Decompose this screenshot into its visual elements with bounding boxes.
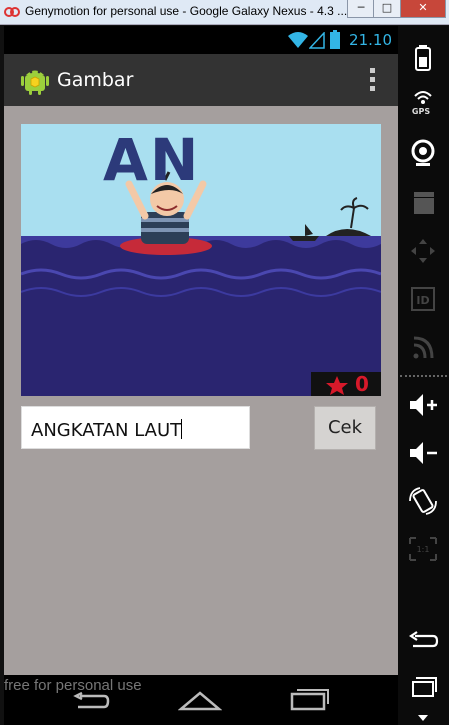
panel-divider bbox=[400, 375, 447, 377]
overflow-menu-icon[interactable] bbox=[370, 68, 376, 92]
score-value: 0 bbox=[355, 372, 369, 396]
camera-icon[interactable] bbox=[406, 138, 440, 168]
network-icon[interactable] bbox=[406, 332, 440, 362]
text-cursor bbox=[181, 419, 183, 439]
app-title: Gambar bbox=[57, 69, 134, 91]
puzzle-image: AN 0 bbox=[21, 124, 381, 396]
back-icon[interactable] bbox=[70, 691, 110, 713]
signal-icon bbox=[309, 32, 325, 49]
battery-icon bbox=[330, 30, 340, 49]
dpad-icon[interactable] bbox=[406, 236, 440, 266]
action-bar: Gambar bbox=[4, 54, 398, 106]
genymotion-side-panel: GPS ID 1:1 bbox=[398, 26, 449, 725]
answer-input[interactable]: ANGKATAN LAUT bbox=[21, 406, 250, 449]
video-capture-icon[interactable] bbox=[406, 188, 440, 218]
window-title-bar: Genymotion for personal use - Google Gal… bbox=[0, 0, 449, 25]
svg-text:ID: ID bbox=[416, 294, 429, 307]
answer-input-value: ANGKATAN LAUT bbox=[31, 420, 182, 441]
genymotion-logo-icon bbox=[4, 7, 20, 17]
menu-icon[interactable] bbox=[406, 674, 440, 704]
volume-up-icon[interactable] bbox=[406, 390, 440, 420]
minimize-button[interactable]: ─ bbox=[347, 0, 375, 18]
android-screen: 21.10 Gambar AN 0 ANGKATAN LAUT Cek bbox=[4, 26, 398, 725]
gps-label: GPS bbox=[411, 107, 431, 116]
check-button[interactable]: Cek bbox=[314, 406, 376, 450]
status-bar: 21.10 bbox=[4, 26, 398, 54]
status-time: 21.10 bbox=[349, 31, 392, 49]
svg-text:1:1: 1:1 bbox=[417, 545, 430, 554]
volume-down-icon[interactable] bbox=[406, 438, 440, 468]
wifi-icon bbox=[288, 32, 308, 48]
content-area: AN 0 ANGKATAN LAUT Cek bbox=[4, 106, 398, 675]
watermark-text: free for personal use bbox=[4, 677, 142, 694]
window-title: Genymotion for personal use - Google Gal… bbox=[25, 4, 348, 18]
scale-icon[interactable]: 1:1 bbox=[406, 534, 440, 564]
battery-icon[interactable] bbox=[406, 42, 440, 72]
device-id-icon[interactable]: ID bbox=[406, 284, 440, 314]
recents-icon[interactable] bbox=[290, 687, 330, 711]
puzzle-word: AN bbox=[103, 126, 201, 194]
close-button[interactable]: ✕ bbox=[400, 0, 446, 18]
back-icon[interactable] bbox=[406, 626, 440, 656]
home-icon[interactable] bbox=[178, 689, 222, 711]
maximize-button[interactable]: □ bbox=[373, 0, 401, 18]
more-icon[interactable] bbox=[417, 714, 429, 722]
android-icon[interactable] bbox=[20, 66, 50, 96]
rotate-icon[interactable] bbox=[406, 486, 440, 516]
